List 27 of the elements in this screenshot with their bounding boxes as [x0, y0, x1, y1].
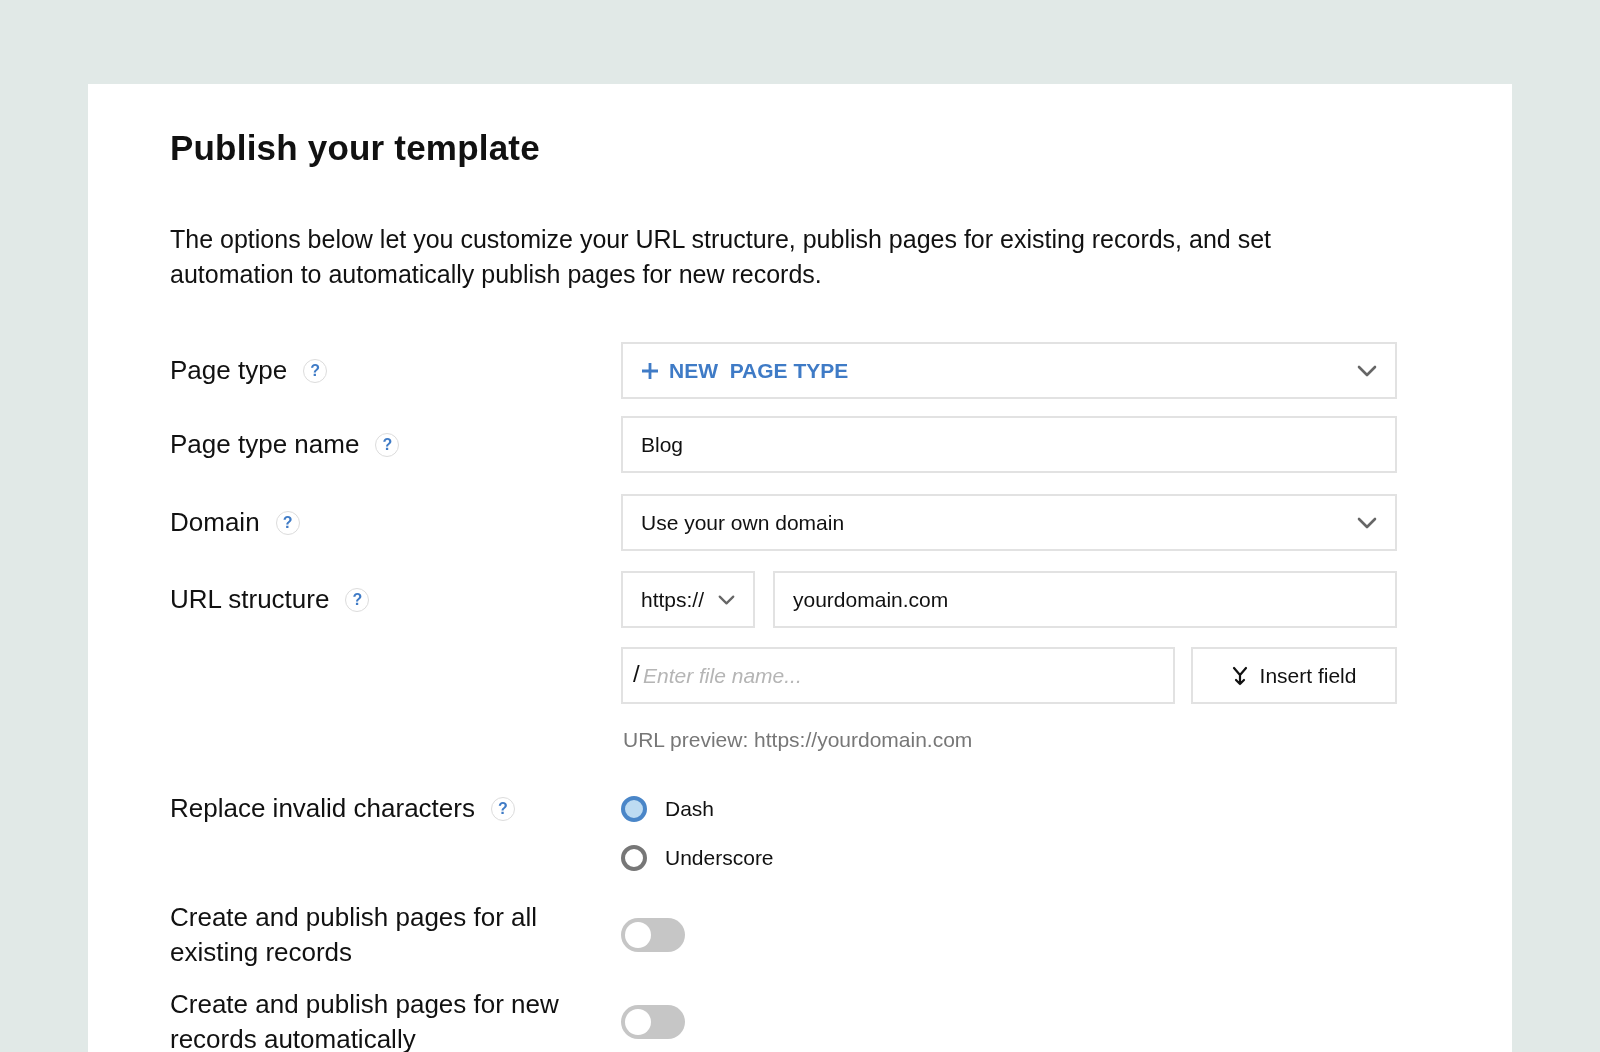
toggle-switch[interactable]: [621, 918, 685, 952]
field-label: Create and publish pages for all existing records: [170, 901, 539, 969]
url-preview: URL preview: https://yourdomain.com: [623, 728, 974, 752]
page-title: Publish your template: [170, 128, 541, 168]
protocol-dropdown[interactable]: https://: [621, 571, 755, 628]
text-field[interactable]: Blog: [621, 416, 1397, 473]
dropdown[interactable]: NEW PAGE TYPE: [621, 342, 1397, 399]
insert-field-button[interactable]: Insert field: [1191, 647, 1397, 704]
dropdown[interactable]: Use your own domain: [621, 494, 1397, 551]
field-label: URL structure: [170, 583, 330, 616]
description-text: The options below let you customize your URL structure, publish pages for existing records, and set automation to automatically publish pages for new records.: [170, 224, 1272, 290]
plus-icon: [641, 361, 659, 380]
radio-label: Dash: [665, 797, 715, 821]
field-label: Page type: [170, 354, 288, 387]
radio-button[interactable]: [621, 796, 647, 822]
slash-prefix: /: [633, 660, 640, 688]
radio-button[interactable]: [621, 845, 647, 871]
toggle-switch[interactable]: [621, 1005, 685, 1039]
chevron-down-icon: [718, 593, 735, 606]
chevron-down-icon: [1357, 364, 1377, 377]
branch-arrow-icon: [1231, 665, 1248, 686]
field-label: Domain: [170, 506, 260, 539]
field-label: Replace invalid characters: [170, 792, 475, 825]
domain-field[interactable]: yourdomain.com: [773, 571, 1397, 628]
chevron-down-icon: [1357, 516, 1377, 529]
field-label: Page type name: [170, 428, 360, 461]
radio-label: Underscore: [665, 846, 774, 870]
